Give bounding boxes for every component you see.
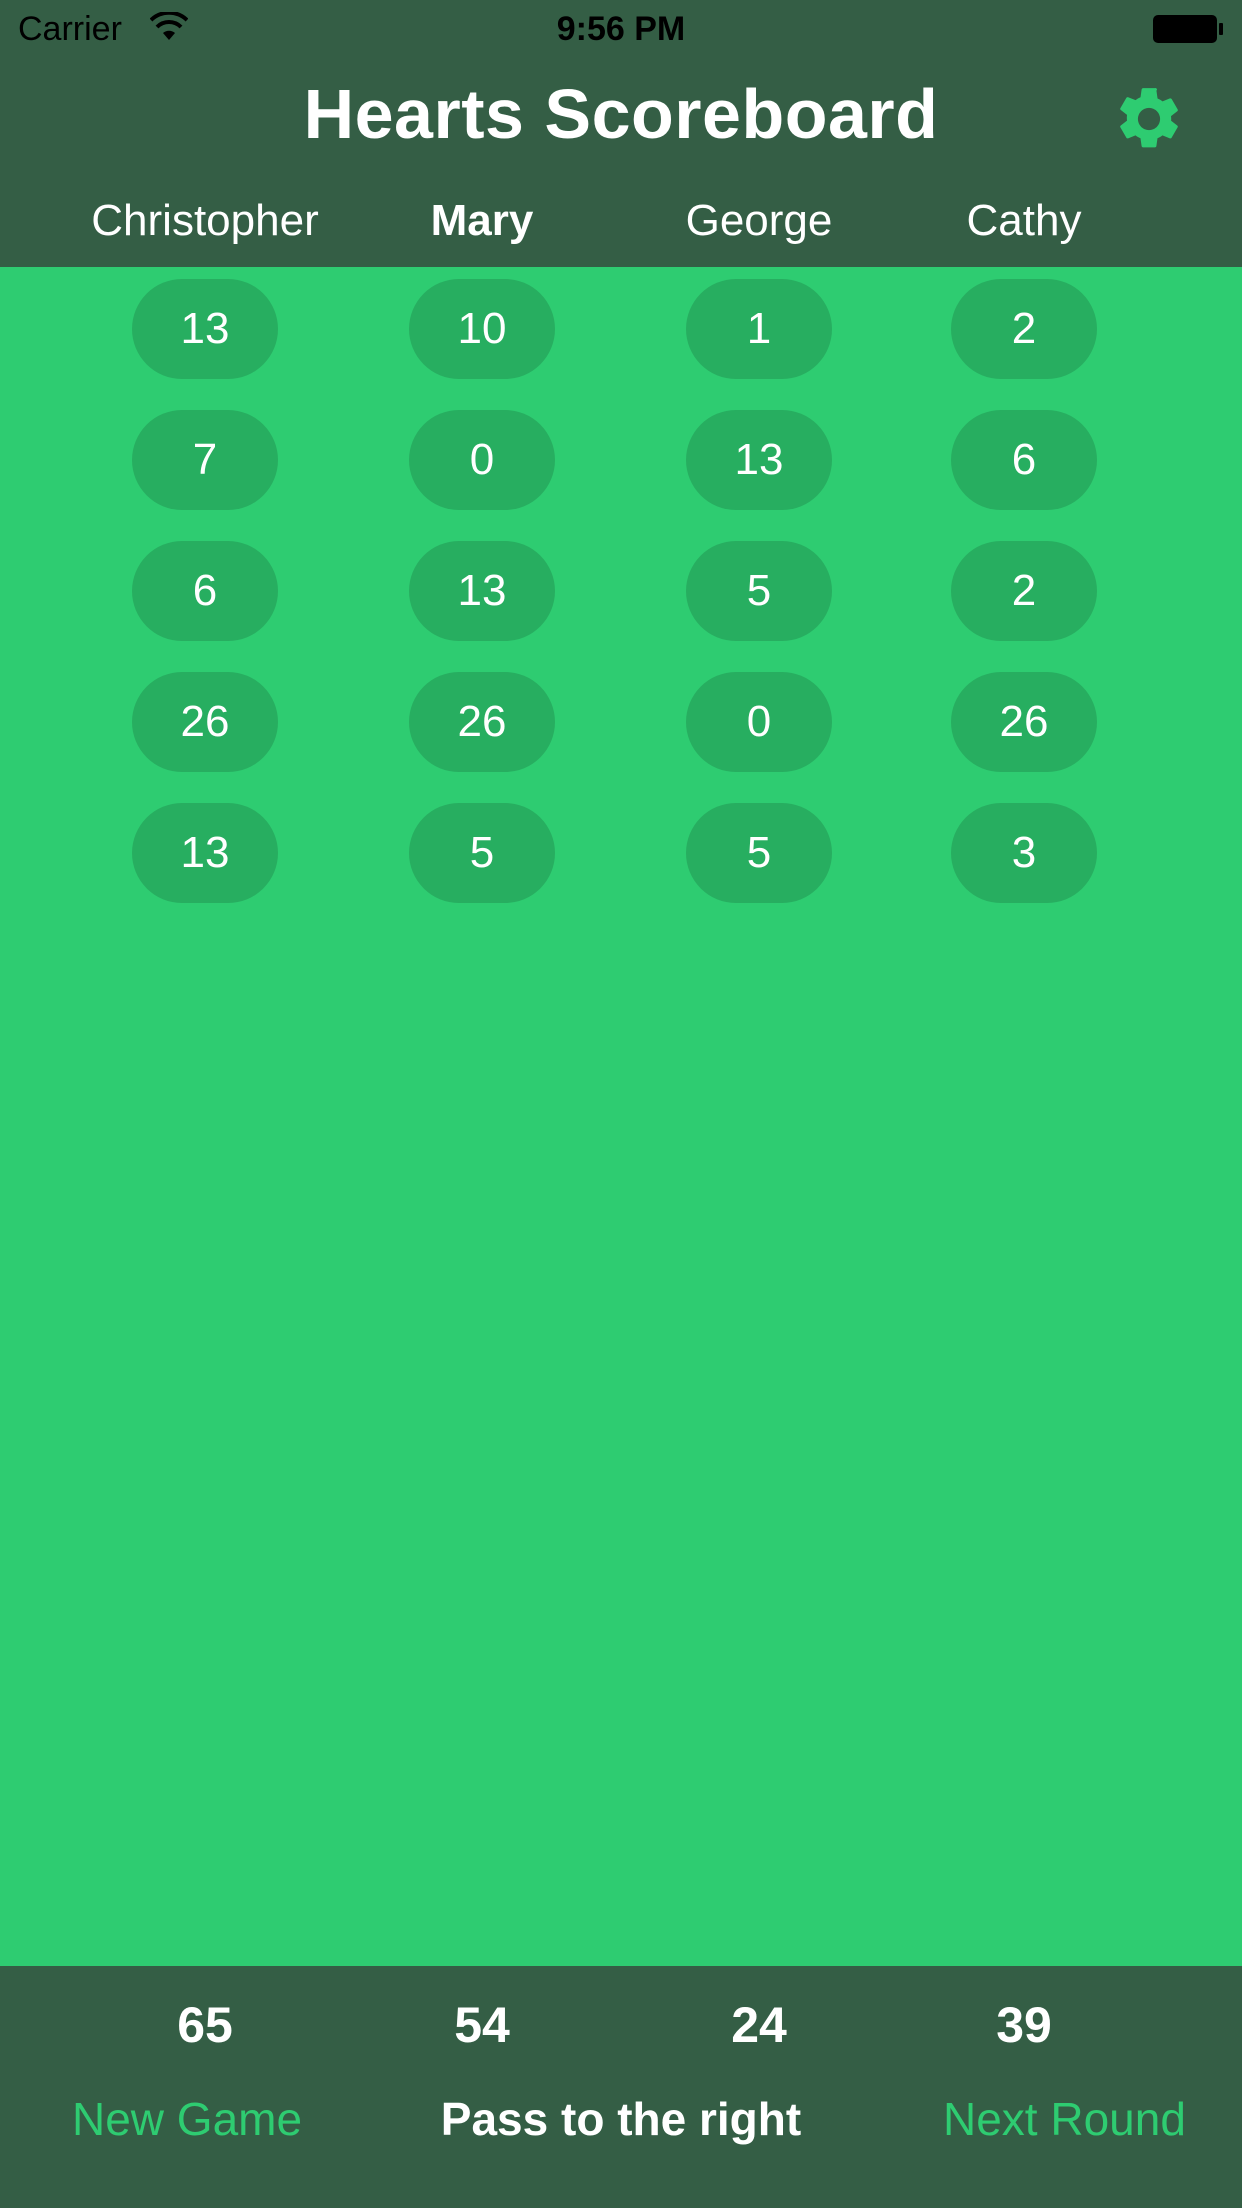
player-name-george[interactable]: George: [609, 196, 909, 246]
score-cell[interactable]: 5: [409, 803, 555, 903]
score-cell[interactable]: 0: [409, 410, 555, 510]
status-time: 9:56 PM: [556, 10, 686, 48]
player-name-christopher[interactable]: Christopher: [55, 196, 355, 246]
status-bar: Carrier 9:56 PM: [0, 0, 1242, 60]
score-cell[interactable]: 1: [686, 279, 832, 379]
footer-bar: 65 54 24 39 New Game Pass to the right N…: [0, 1966, 1242, 2208]
score-cell[interactable]: 2: [951, 279, 1097, 379]
header-bar: Carrier 9:56 PM Hearts Scoreboard Christ…: [0, 0, 1242, 267]
score-cell[interactable]: 0: [686, 672, 832, 772]
score-cell[interactable]: 7: [132, 410, 278, 510]
page-title: Hearts Scoreboard: [303, 75, 939, 153]
next-round-button[interactable]: Next Round: [943, 2092, 1186, 2146]
score-cell[interactable]: 6: [951, 410, 1097, 510]
score-cell[interactable]: 26: [409, 672, 555, 772]
battery-icon: [1152, 14, 1224, 44]
score-cell[interactable]: 10: [409, 279, 555, 379]
player-name-mary[interactable]: Mary: [332, 196, 632, 246]
total-christopher: 65: [177, 1997, 233, 2053]
score-cell[interactable]: 13: [132, 279, 278, 379]
total-george: 24: [731, 1997, 787, 2053]
score-cell[interactable]: 13: [686, 410, 832, 510]
score-cell[interactable]: 6: [132, 541, 278, 641]
player-name-cathy[interactable]: Cathy: [874, 196, 1174, 246]
settings-button[interactable]: [1112, 82, 1186, 156]
score-cell[interactable]: 2: [951, 541, 1097, 641]
score-cell[interactable]: 26: [951, 672, 1097, 772]
score-cell[interactable]: 5: [686, 803, 832, 903]
score-cell[interactable]: 5: [686, 541, 832, 641]
total-mary: 54: [454, 1997, 510, 2053]
score-cell[interactable]: 3: [951, 803, 1097, 903]
total-cathy: 39: [996, 1997, 1052, 2053]
score-cell[interactable]: 26: [132, 672, 278, 772]
score-cell[interactable]: 13: [132, 803, 278, 903]
gear-icon: [1120, 88, 1178, 148]
score-cell[interactable]: 13: [409, 541, 555, 641]
